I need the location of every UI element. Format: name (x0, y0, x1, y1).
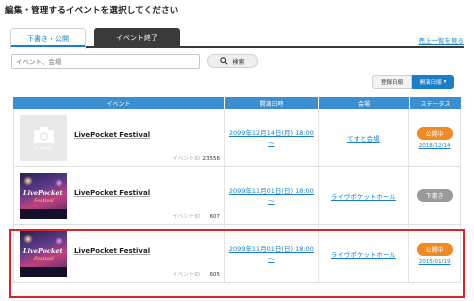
datetime-tilde: 〜 (268, 196, 275, 205)
datetime-start: 2099年12月14日(月) 18:00 (228, 128, 314, 137)
sales-list-link[interactable]: 売上一覧を見る (419, 35, 465, 45)
stage-light (23, 176, 33, 186)
venue-link[interactable]: てすと会場 (347, 133, 380, 143)
sort-date-label: 開演日順 (419, 80, 442, 86)
tab-draft-public[interactable]: 下書き・公開 (10, 28, 86, 49)
thumbnail-sub-text: Festival (34, 198, 54, 204)
event-cell: LivePocket Festival LivePocket Festival … (14, 167, 226, 224)
venue-link[interactable]: ライヴポケットホール (331, 191, 396, 201)
status-cell: 公開中 2015/01/19 (409, 225, 460, 282)
crowd-silhouette (20, 267, 67, 277)
crowd-silhouette (20, 209, 67, 219)
header-venue: 会場 (319, 97, 410, 109)
search-button[interactable]: 検索 (207, 54, 258, 68)
status-cell: 下書き (409, 167, 460, 224)
thumbnail-sub-text: Festival (34, 256, 54, 262)
sort-toggle: 登録日順 開演日順 ▾ (372, 75, 454, 89)
stage-light (55, 179, 63, 187)
datetime-tilde: 〜 (268, 254, 275, 263)
datetime-start: 2099年11月01日(日) 18:00 (228, 186, 314, 195)
event-name-link[interactable]: LivePocket Festival (74, 247, 150, 255)
datetime-cell: 2099年12月14日(月) 18:00 〜 (225, 109, 319, 166)
table-header: イベント 開演日時 会場 ステータス (13, 97, 461, 109)
datetime-cell: 2099年11月01日(日) 18:00 〜 (225, 225, 319, 282)
event-id: 605 (209, 272, 221, 278)
status-cell: 公開中 2018/12/14 (409, 109, 460, 166)
event-id: 607 (209, 214, 221, 220)
event-id: 23556 (202, 156, 221, 162)
table-row[interactable]: LivePocket Festival LivePocket Festival … (13, 225, 461, 283)
venue-link[interactable]: ライヴポケットホール (331, 249, 396, 259)
search-icon (220, 57, 229, 65)
header-status: ステータス (420, 100, 451, 108)
status-date-link[interactable]: 2018/12/14 (419, 143, 451, 149)
table-row[interactable]: NO IMAGE LivePocket Festival イベントID 2355… (13, 109, 461, 167)
status-badge: 公開中 (416, 242, 453, 256)
tab-active-indicator (11, 45, 85, 47)
sort-date-button[interactable]: 開演日順 ▾ (412, 75, 454, 89)
event-thumbnail-image: LivePocket Festival (20, 231, 67, 277)
sort-registered-button[interactable]: 登録日順 (372, 75, 412, 89)
datetime-tilde: 〜 (268, 138, 275, 147)
tab-event-ended[interactable]: イベント終了 (94, 28, 180, 48)
event-id-label: イベントID (172, 214, 201, 220)
datetime-cell: 2099年11月01日(日) 18:00 〜 (225, 167, 319, 224)
event-table: イベント 開演日時 会場 ステータス NO IMAGE LivePocket F… (13, 97, 461, 283)
datetime-start: 2099年11月01日(日) 18:00 (228, 244, 314, 253)
event-thumbnail-image: LivePocket Festival (20, 173, 67, 219)
tab-draft-public-label: 下書き・公開 (27, 35, 69, 43)
page-title: 編集・管理するイベントを選択してください (5, 6, 179, 16)
event-id-label: イベントID (172, 156, 201, 162)
status-date-link[interactable]: 2015/01/19 (419, 259, 451, 265)
tab-event-ended-label: イベント終了 (116, 34, 158, 42)
event-name-link[interactable]: LivePocket Festival (74, 131, 150, 139)
stage-light (23, 234, 33, 244)
venue-cell: てすと会場 (319, 109, 410, 166)
camera-icon (33, 127, 54, 143)
chevron-down-icon: ▾ (443, 79, 447, 85)
event-name-link[interactable]: LivePocket Festival (74, 189, 150, 197)
noimage-text: NO IMAGE (33, 146, 54, 150)
thumbnail-brand-text: LivePocket (23, 189, 63, 197)
venue-cell: ライヴポケットホール (319, 225, 410, 282)
stage-light (55, 237, 63, 245)
status-badge: 下書き (416, 189, 453, 202)
event-datetime-link[interactable]: 2099年12月14日(月) 18:00 〜 (229, 128, 314, 148)
search-input[interactable] (11, 54, 200, 69)
event-id-label: イベントID (172, 272, 201, 278)
event-cell: NO IMAGE LivePocket Festival イベントID 2355… (14, 109, 226, 166)
event-cell: LivePocket Festival LivePocket Festival … (14, 225, 226, 282)
event-datetime-link[interactable]: 2099年11月01日(日) 18:00 〜 (229, 186, 314, 206)
status-badge: 公開中 (416, 126, 453, 140)
thumbnail-brand-text: LivePocket (23, 247, 63, 255)
event-datetime-link[interactable]: 2099年11月01日(日) 18:00 〜 (229, 244, 314, 264)
event-thumbnail-noimage: NO IMAGE (20, 115, 67, 161)
tab-bar: 下書き・公開 イベント終了 (10, 28, 464, 49)
search-button-label: 検索 (232, 58, 245, 66)
header-datetime: 開演日時 (225, 97, 319, 109)
header-event: イベント (13, 97, 225, 109)
table-row[interactable]: LivePocket Festival LivePocket Festival … (13, 167, 461, 225)
venue-cell: ライヴポケットホール (319, 167, 410, 224)
